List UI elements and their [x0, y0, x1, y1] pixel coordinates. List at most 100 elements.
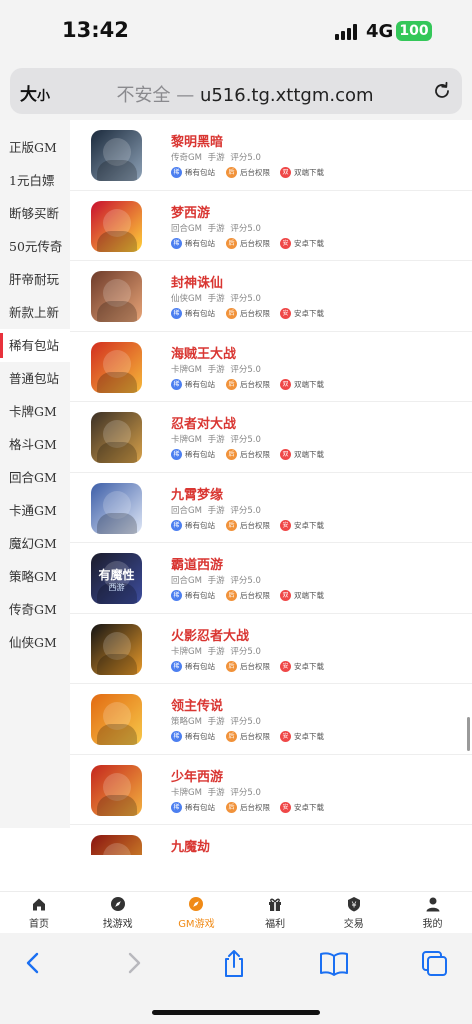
text-size-button[interactable]: 大小 [20, 80, 50, 105]
game-row[interactable]: 九霄梦缘 回合GM 手游 评分5.0 稀稀有包站后后台权限安安卓下载 [70, 473, 472, 543]
game-app-icon[interactable] [91, 200, 142, 252]
rare-pack-tag: 稀稀有包站 [171, 237, 215, 250]
game-meta: 回合GM 手游 评分5.0 [171, 222, 261, 234]
sidebar-item[interactable]: 肝帝耐玩 [0, 263, 70, 296]
game-app-icon[interactable] [91, 835, 142, 855]
game-genre: 卡牌GM [171, 646, 202, 657]
game-app-icon[interactable] [91, 623, 142, 675]
game-meta: 策略GM 手游 评分5.0 [171, 715, 261, 727]
game-row[interactable]: 少年西游 卡牌GM 手游 评分5.0 稀稀有包站后后台权限安安卓下载 [70, 755, 472, 825]
tag-label: 稀有包站 [185, 520, 215, 530]
scrollbar[interactable] [467, 717, 470, 751]
download-tag[interactable]: 安安卓下载 [280, 519, 324, 532]
download-tag[interactable]: 安安卓下载 [280, 660, 324, 673]
address-bar-area: 大小 不安全 — u516.tg.xttgm.com [0, 62, 472, 120]
sidebar-item[interactable]: 策略GM [0, 560, 70, 593]
game-app-icon[interactable] [91, 694, 142, 745]
admin-tag-icon: 后 [226, 731, 237, 742]
sidebar-item[interactable]: 卡牌GM [0, 395, 70, 428]
game-row[interactable]: 海贼王大战 卡牌GM 手游 评分5.0 稀稀有包站后后台权限双双端下载 [70, 332, 472, 402]
tag-label: 后台权限 [240, 802, 270, 812]
download-tag[interactable]: 安安卓下载 [280, 801, 324, 814]
game-app-icon[interactable] [91, 271, 142, 322]
game-title[interactable]: 黎明黑暗 [171, 131, 223, 150]
tag-label: 后台权限 [240, 520, 270, 530]
tag-label: 后台权限 [240, 661, 270, 671]
download-tag[interactable]: 双双端下载 [280, 449, 324, 461]
download-tag-icon: 双 [280, 449, 291, 460]
game-app-icon[interactable] [91, 482, 142, 534]
sidebar-item[interactable]: 50元传奇 [0, 230, 70, 263]
download-tag[interactable]: 双双端下载 [280, 167, 324, 179]
rare-tag-icon: 稀 [171, 378, 182, 390]
game-rating: 评分5.0 [230, 223, 261, 234]
sidebar-item[interactable]: 卡通GM [0, 494, 70, 527]
game-row[interactable]: 有魔性 西游 霸道西游 回合GM 手游 评分5.0 稀稀有包站后后台权限双双端下载 [70, 543, 472, 614]
download-tag-icon: 安 [280, 308, 291, 319]
game-row[interactable]: 封神诛仙 仙侠GM 手游 评分5.0 稀稀有包站后后台权限安安卓下载 [70, 261, 472, 332]
game-title[interactable]: 九魔劫 [171, 836, 210, 855]
game-title[interactable]: 梦西游 [171, 202, 210, 221]
sidebar-item[interactable]: 传奇GM [0, 593, 70, 626]
game-row[interactable]: 黎明黑暗 传奇GM 手游 评分5.0 稀稀有包站后后台权限双双端下载 [70, 120, 472, 191]
game-app-icon[interactable]: 有魔性 西游 [91, 553, 142, 604]
game-title[interactable]: 少年西游 [171, 766, 223, 785]
sidebar-item[interactable]: 仙侠GM [0, 626, 70, 659]
game-title[interactable]: 火影忍者大战 [171, 625, 249, 644]
admin-tag-icon: 后 [226, 660, 237, 672]
game-title[interactable]: 忍者对大战 [171, 413, 236, 432]
forward-icon[interactable] [118, 948, 150, 978]
game-app-icon[interactable] [91, 764, 142, 816]
bookmarks-icon[interactable] [318, 948, 350, 978]
game-row[interactable]: 忍者对大战 卡牌GM 手游 评分5.0 稀稀有包站后后台权限双双端下载 [70, 402, 472, 473]
svg-text:¥: ¥ [351, 901, 356, 910]
address-bar[interactable]: 大小 不安全 — u516.tg.xttgm.com [10, 68, 462, 114]
tab-gift[interactable]: 福利 [236, 896, 314, 932]
sidebar-item[interactable]: 普通包站 [0, 362, 70, 395]
tabs-icon[interactable] [419, 948, 451, 978]
game-title[interactable]: 封神诛仙 [171, 272, 223, 291]
tab-compass[interactable]: 找游戏 [79, 896, 157, 932]
download-tag-icon: 安 [280, 660, 291, 672]
sidebar-item[interactable]: 魔幻GM [0, 527, 70, 560]
download-tag[interactable]: 安安卓下载 [280, 308, 324, 320]
reload-icon[interactable] [432, 81, 452, 101]
game-app-icon[interactable] [91, 130, 142, 181]
game-title[interactable]: 海贼王大战 [171, 343, 236, 362]
home-icon [33, 898, 45, 911]
tab-home[interactable]: 首页 [0, 896, 78, 932]
rare-tag-icon: 稀 [171, 449, 182, 460]
download-tag[interactable]: 双双端下载 [280, 590, 324, 602]
tab-gm-compass[interactable]: GM游戏 [157, 896, 235, 932]
download-tag[interactable]: 双双端下载 [280, 378, 324, 391]
sidebar-item[interactable]: 正版GM [0, 131, 70, 164]
tab-label: 交易 [343, 919, 364, 930]
tab-trade-yen[interactable]: ¥ 交易 [315, 896, 393, 932]
game-app-icon[interactable] [91, 412, 142, 463]
back-icon[interactable] [17, 948, 49, 978]
tab-user[interactable]: 我的 [394, 896, 472, 932]
admin-access-tag: 后后台权限 [226, 378, 270, 391]
game-row[interactable]: 领主传说 策略GM 手游 评分5.0 稀稀有包站后后台权限安安卓下载 [70, 684, 472, 755]
game-title[interactable]: 霸道西游 [171, 554, 223, 573]
download-tag[interactable]: 安安卓下载 [280, 237, 324, 250]
sidebar-item[interactable]: 断够买断 [0, 197, 70, 230]
sidebar-item[interactable]: 稀有包站 [0, 329, 70, 362]
game-title[interactable]: 领主传说 [171, 695, 223, 714]
game-app-icon[interactable] [91, 341, 142, 393]
game-rating: 评分5.0 [230, 646, 261, 657]
sidebar-item[interactable]: 回合GM [0, 461, 70, 494]
sidebar-item[interactable]: 1元白嫖 [0, 164, 70, 197]
sidebar-item[interactable]: 格斗GM [0, 428, 70, 461]
game-row[interactable]: 梦西游 回合GM 手游 评分5.0 稀稀有包站后后台权限安安卓下载 [70, 191, 472, 261]
game-list: 黎明黑暗 传奇GM 手游 评分5.0 稀稀有包站后后台权限双双端下载梦西游 回合GM … [70, 120, 472, 855]
url-text[interactable]: 不安全 — u516.tg.xttgm.com [80, 81, 410, 107]
share-icon[interactable] [218, 948, 250, 978]
sidebar-item[interactable]: 新款上新 [0, 296, 70, 329]
game-title[interactable]: 九霄梦缘 [171, 484, 223, 503]
game-row[interactable]: 火影忍者大战 卡牌GM 手游 评分5.0 稀稀有包站后后台权限安安卓下载 [70, 614, 472, 684]
download-tag[interactable]: 安安卓下载 [280, 731, 324, 743]
game-row[interactable]: 九魔劫 [70, 825, 472, 855]
tag-label: 后台权限 [240, 591, 270, 600]
download-tag-icon: 安 [280, 237, 291, 249]
